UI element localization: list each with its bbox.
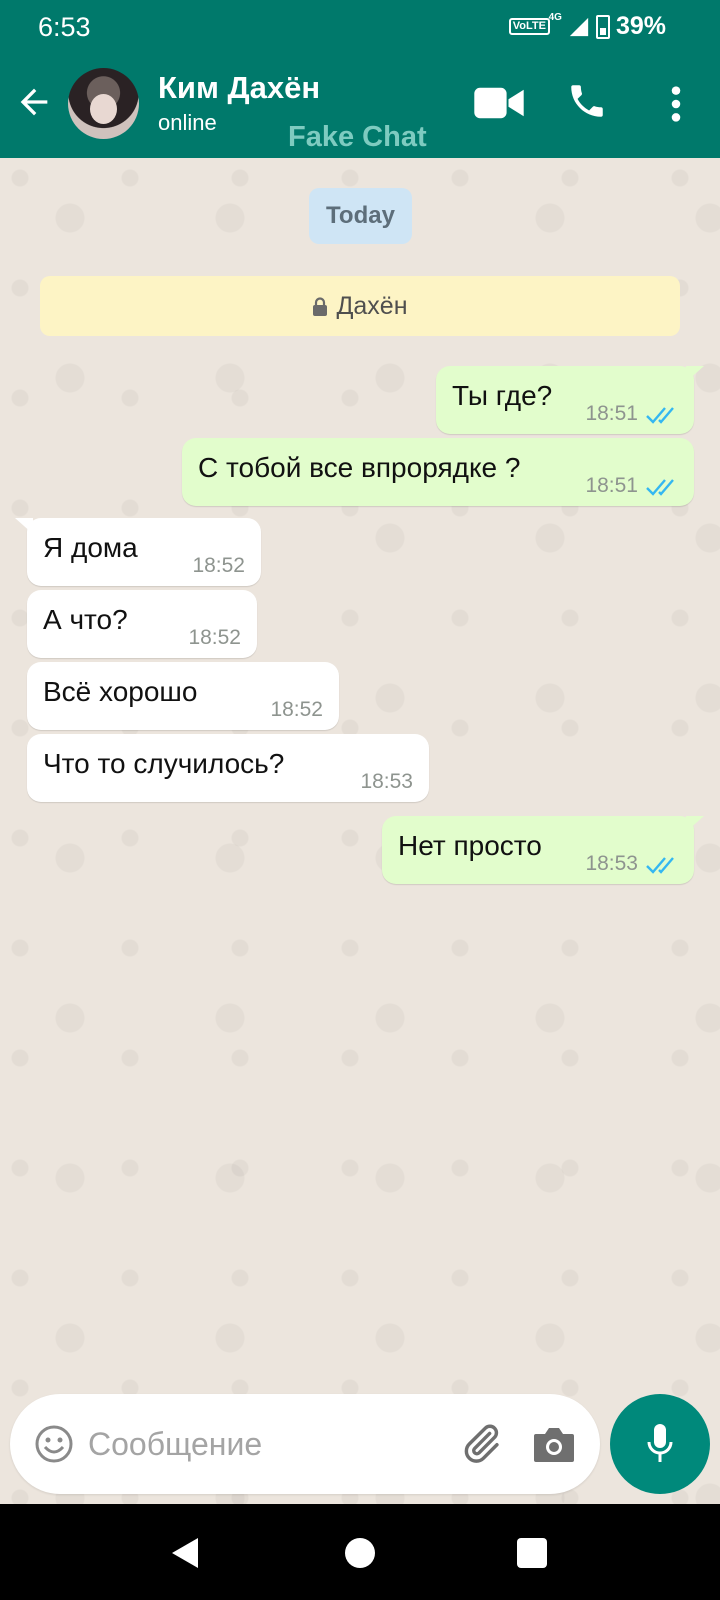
signal-icon xyxy=(569,17,589,36)
double-check-icon xyxy=(646,857,674,874)
status-icons: VoLTE 4G 39% xyxy=(508,12,666,41)
message-text: С тобой все впрорядке ? xyxy=(198,452,521,483)
encryption-label: Дахён xyxy=(336,291,408,320)
nav-back-icon[interactable] xyxy=(170,1536,200,1570)
message-bubble-incoming[interactable]: Всё хорошо 18:52 xyxy=(27,662,339,730)
message-time: 18:53 xyxy=(360,770,413,793)
message-text: Что то случилось? xyxy=(43,748,285,779)
mic-icon xyxy=(647,1424,673,1462)
message-text: Ты где? xyxy=(452,380,553,411)
message-bubble-incoming[interactable]: Что то случилось? 18:53 xyxy=(27,734,429,802)
message-input[interactable] xyxy=(88,1422,418,1466)
volte-icon: VoLTE 4G xyxy=(508,12,562,35)
contact-status: online xyxy=(158,110,217,135)
chat-area[interactable]: Today Дахён Ты где? 18:51 С тобой все вп… xyxy=(0,158,720,1504)
back-arrow-icon[interactable] xyxy=(14,82,54,122)
bubble-tail xyxy=(15,518,33,534)
battery-icon xyxy=(595,14,610,39)
message-text: А что? xyxy=(43,604,128,635)
nav-home-icon[interactable] xyxy=(345,1538,375,1568)
status-time: 6:53 xyxy=(38,12,91,42)
message-time: 18:51 xyxy=(585,474,638,497)
message-time: 18:53 xyxy=(585,852,638,875)
video-call-icon[interactable] xyxy=(474,84,524,122)
message-bubble-incoming[interactable]: Я дома 18:52 xyxy=(15,518,261,586)
message-time: 18:52 xyxy=(192,554,245,577)
message-time: 18:52 xyxy=(188,626,241,649)
message-text: Всё хорошо xyxy=(43,676,198,707)
date-chip: Today xyxy=(309,188,412,244)
message-bubble-outgoing[interactable]: Ты где? 18:51 xyxy=(436,366,704,434)
mic-button[interactable] xyxy=(610,1394,710,1494)
app-header: 6:53 VoLTE 4G 39% Ким Дахён online Fake C… xyxy=(0,0,720,158)
avatar[interactable] xyxy=(68,68,139,139)
camera-icon[interactable] xyxy=(532,1424,576,1464)
message-bubble-outgoing[interactable]: С тобой все впрорядке ? 18:51 xyxy=(182,438,694,506)
bubble-tail xyxy=(686,366,704,382)
system-nav-bar xyxy=(0,1504,720,1600)
message-time: 18:52 xyxy=(270,698,323,721)
phone-icon[interactable] xyxy=(566,80,608,122)
emoji-icon[interactable] xyxy=(34,1424,74,1464)
nav-recents-icon[interactable] xyxy=(517,1538,547,1568)
message-composer xyxy=(10,1394,600,1494)
more-vert-icon[interactable] xyxy=(663,84,689,124)
battery-percent: 39% xyxy=(615,12,666,40)
watermark: Fake Chat xyxy=(288,121,427,153)
attach-icon[interactable] xyxy=(458,1421,504,1467)
contact-name[interactable]: Ким Дахён xyxy=(158,70,320,106)
message-time: 18:51 xyxy=(585,402,638,425)
lock-icon xyxy=(313,296,328,316)
encryption-banner[interactable]: Дахён xyxy=(40,276,680,336)
message-bubble-incoming[interactable]: А что? 18:52 xyxy=(27,590,257,658)
bubble-tail xyxy=(686,816,704,832)
double-check-icon xyxy=(646,479,674,496)
message-bubble-outgoing[interactable]: Нет просто 18:53 xyxy=(382,816,704,884)
double-check-icon xyxy=(646,407,674,424)
message-text: Нет просто xyxy=(398,830,542,861)
message-text: Я дома xyxy=(43,532,138,563)
